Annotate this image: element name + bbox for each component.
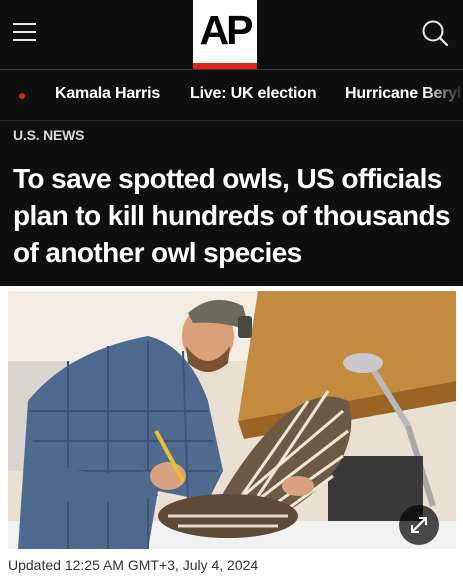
section-label[interactable]: U.S. NEWS [13,127,85,143]
live-indicator-dot [19,93,25,99]
article-updated-timestamp: Updated 12:25 AM GMT+3, July 4, 2024 [8,557,259,573]
article-headline: To save spotted owls, US officials plan … [13,163,451,268]
trending-item-uk-election[interactable]: Live: UK election [190,85,317,103]
trending-divider [0,120,463,121]
trending-topics-bar: Kamala Harris Live: UK election Hurrican… [0,70,463,120]
search-icon[interactable] [421,19,449,47]
expand-arrows-icon[interactable] [399,505,439,545]
ap-logo[interactable]: AP [193,0,257,70]
hamburger-menu-icon[interactable] [13,23,36,41]
trending-item-kamala-harris[interactable]: Kamala Harris [55,85,160,103]
logo-text: AP [199,7,254,53]
photo-illustration [8,291,456,549]
trending-fade-overlay [423,70,463,120]
article-photo[interactable] [8,291,456,549]
site-header: AP [0,0,463,70]
